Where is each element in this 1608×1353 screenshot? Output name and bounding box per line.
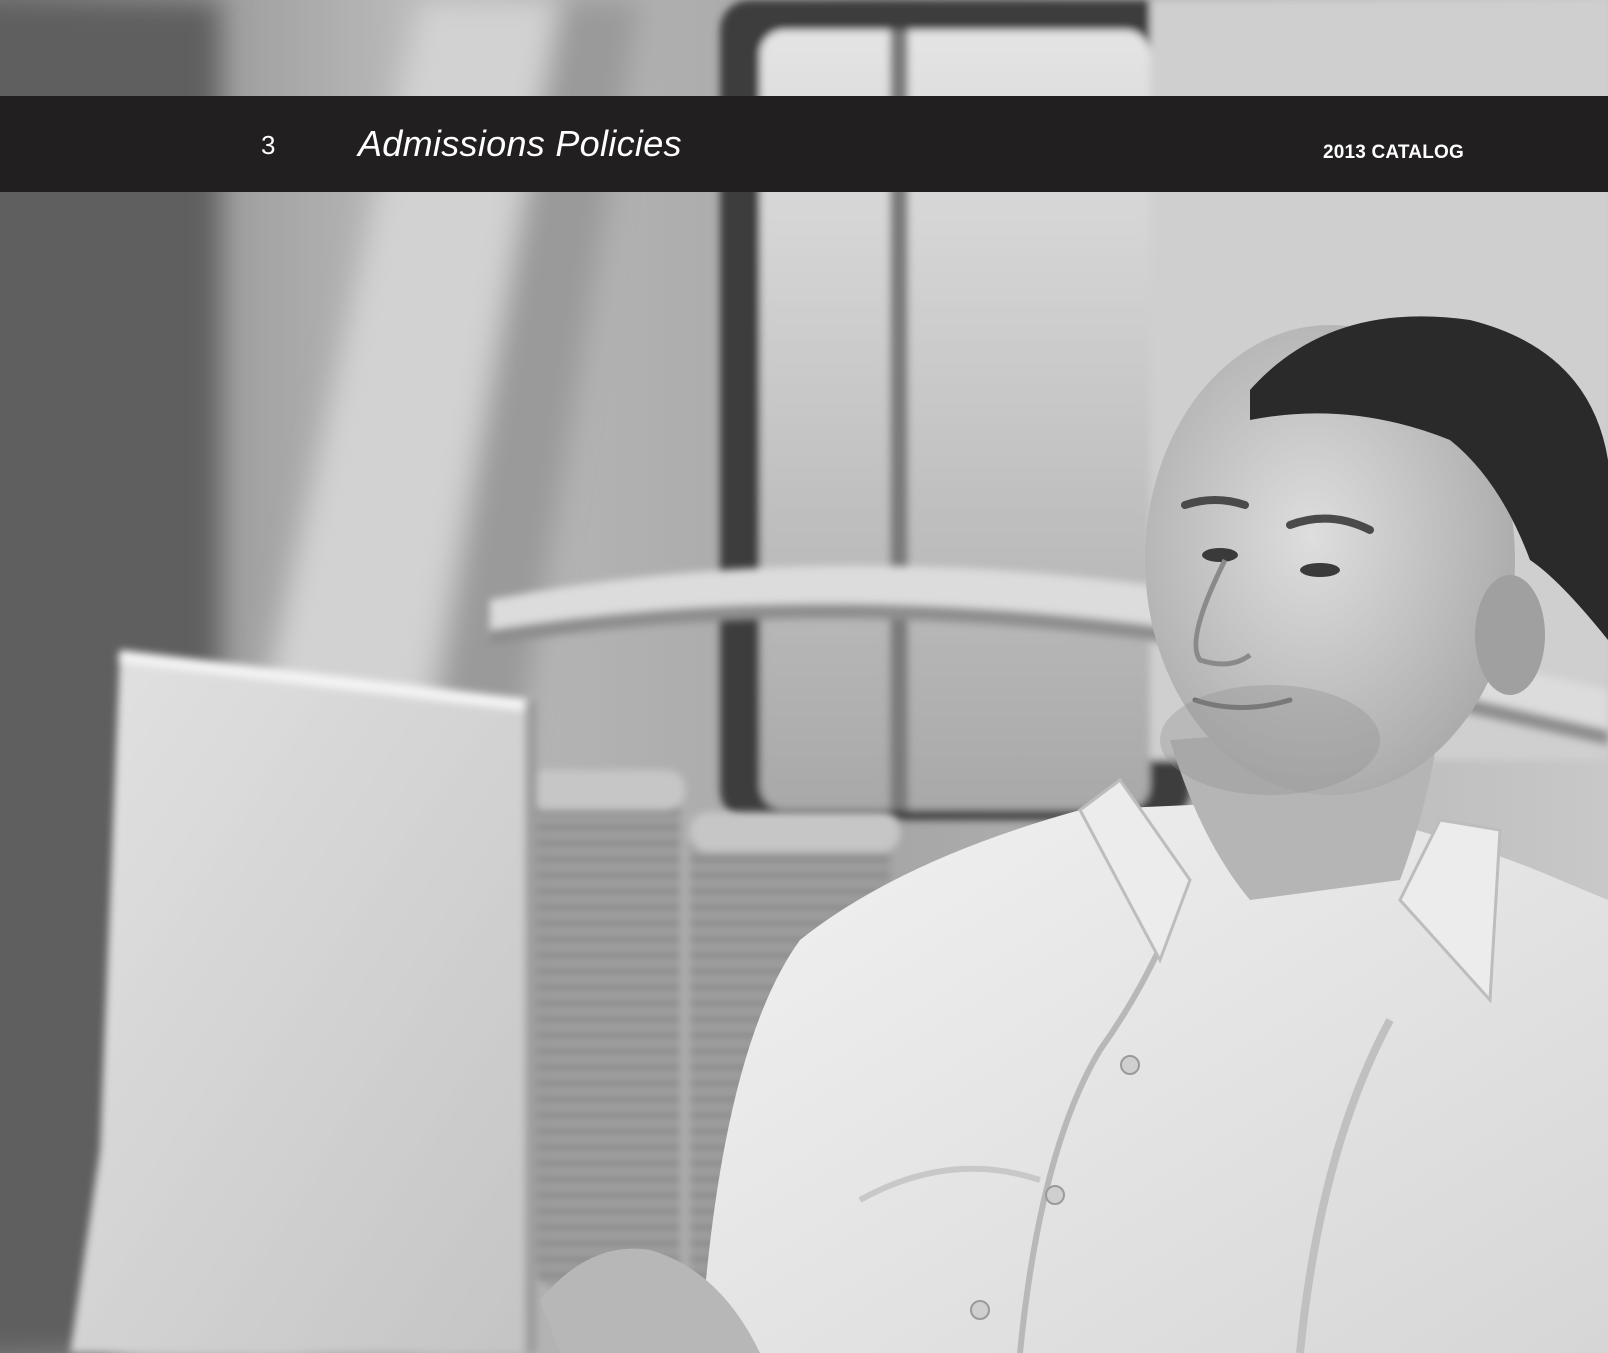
chapter-header-band: 3 Admissions Policies 2013 CATALOG (0, 96, 1608, 192)
catalog-year-label: 2013 CATALOG (1322, 142, 1464, 163)
catalog-page: 3 Admissions Policies 2013 CATALOG (0, 0, 1608, 1353)
man-with-laptop-photo (0, 0, 1608, 1353)
chapter-number: 3 (261, 130, 276, 160)
chapter-title: Admissions Policies (358, 123, 682, 164)
